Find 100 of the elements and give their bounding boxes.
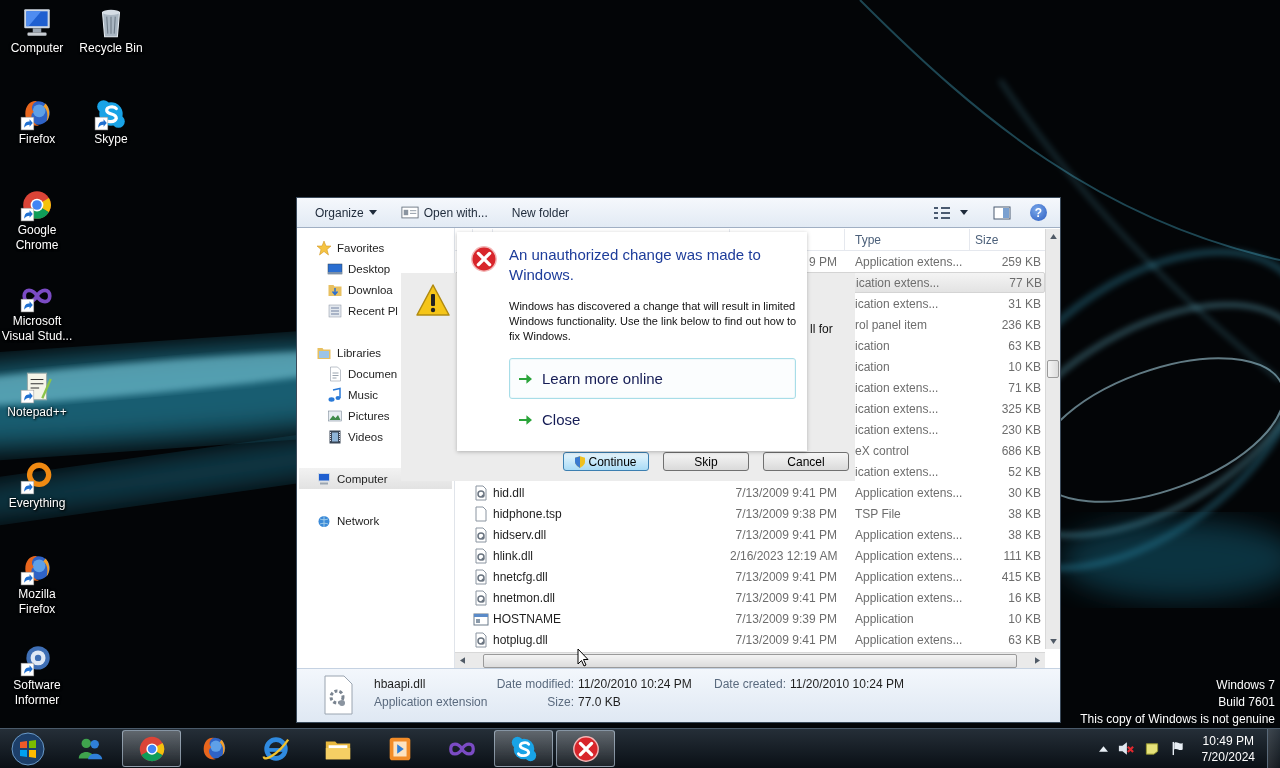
nav-item[interactable]: Recent Pl	[297, 300, 454, 321]
speaker-icon[interactable]	[1117, 741, 1134, 756]
table-cell: Application extens...	[855, 590, 963, 605]
nav-item[interactable]: Documen	[297, 363, 454, 384]
view-icon[interactable]	[932, 204, 952, 221]
file-row[interactable]: HOSTNAME 7/13/2009 9:39 PM Application 10 KB	[455, 608, 1045, 629]
table-cell: TSP File	[855, 506, 901, 521]
table-cell: 38 KB	[1008, 527, 1041, 542]
table-cell: Application	[855, 611, 914, 626]
toolbar-button[interactable]: Organize	[305, 202, 387, 223]
dialog-button[interactable]: Skip	[663, 452, 749, 471]
file-name: hidphone.tsp	[493, 506, 562, 521]
taskbar-button[interactable]	[556, 730, 615, 767]
gear-file-icon	[473, 589, 489, 606]
desktop-shortcut[interactable]: Everything	[0, 461, 74, 511]
file-row[interactable]: hnetcfg.dll 7/13/2009 9:41 PM Application extens... 415 KB	[455, 566, 1045, 587]
desktop-shortcut[interactable]: Notepad++	[0, 370, 74, 420]
column-header[interactable]: Size	[970, 229, 1045, 250]
gear-file-icon	[473, 547, 489, 564]
start-button[interactable]	[10, 730, 46, 767]
system-notice: Windows 7	[1215, 677, 1275, 694]
taskbar-button[interactable]	[494, 730, 553, 767]
dialog-button[interactable]: Cancel	[763, 452, 849, 471]
desktop-shortcut[interactable]: Google Chrome	[0, 188, 74, 253]
table-cell: 7/13/2009 9:41 PM	[735, 569, 837, 584]
star-icon	[316, 239, 332, 256]
table-cell: Application extens...	[855, 548, 963, 563]
note-icon[interactable]	[1143, 741, 1160, 756]
command-link[interactable]: Close	[509, 399, 796, 440]
horizontal-scrollbar[interactable]	[455, 652, 1045, 668]
desktop-icon	[327, 260, 343, 277]
desktop-shortcut[interactable]: Mozilla Firefox	[0, 552, 74, 617]
table-cell: ication extens...	[855, 464, 939, 479]
file-name: hbaapi.dll	[374, 676, 427, 693]
gear-file-icon	[473, 484, 489, 501]
up-arrow-icon[interactable]	[1049, 234, 1057, 239]
file-name: hnetcfg.dll	[493, 569, 548, 584]
taskbar-button[interactable]	[122, 730, 181, 767]
clock[interactable]: 10:49 PM 7/20/2024	[1201, 732, 1255, 765]
caret-icon	[368, 210, 377, 215]
scrollbar-thumb[interactable]	[1047, 360, 1059, 378]
table-cell: 7/13/2009 9:41 PM	[735, 527, 837, 542]
nav-item[interactable]: Music	[297, 384, 454, 405]
scrollbar-thumb[interactable]	[483, 653, 1017, 668]
property-label: Date created:	[714, 676, 787, 693]
file-row[interactable]: hid.dll 7/13/2009 9:41 PM Application extens... 30 KB	[455, 482, 1045, 503]
table-cell: rol panel item	[855, 317, 928, 332]
nav-item[interactable]: Network	[297, 510, 454, 531]
shield-icon	[575, 455, 586, 468]
caret-icon[interactable]	[960, 210, 968, 215]
file-row[interactable]: hnetmon.dll 7/13/2009 9:41 PM Application extens... 16 KB	[455, 587, 1045, 608]
show-desktop-button[interactable]	[1267, 729, 1280, 768]
file-name: hidserv.dll	[493, 527, 547, 542]
toolbar-button[interactable]: New folder	[501, 202, 580, 223]
file-row[interactable]: hidphone.tsp 7/13/2009 9:38 PM TSP File 38 KB	[455, 503, 1045, 524]
gear-file-icon	[322, 675, 354, 715]
desktop-shortcut[interactable]: Computer	[0, 6, 74, 56]
file-row[interactable]: hidserv.dll 7/13/2009 9:41 PM Application extens... 38 KB	[455, 524, 1045, 545]
dialog-button[interactable]: Continue	[563, 452, 649, 471]
nav-item[interactable]: Favorites	[297, 237, 454, 258]
right-arrow-icon[interactable]	[1035, 657, 1040, 664]
music-note-icon	[327, 386, 343, 403]
table-cell: ication extens...	[855, 401, 939, 416]
desktop-shortcut[interactable]: Recycle Bin	[74, 6, 148, 56]
nav-item[interactable]: Pictures	[297, 405, 454, 426]
nav-item[interactable]: Videos	[297, 426, 454, 447]
vertical-scrollbar[interactable]	[1045, 229, 1060, 649]
table-cell: ication extens...	[856, 275, 940, 290]
down-arrow-icon[interactable]	[1049, 639, 1057, 644]
nav-item[interactable]: Libraries	[297, 342, 454, 363]
toolbar-button[interactable]: Open with...	[390, 202, 498, 223]
nav-item[interactable]: Desktop	[297, 258, 454, 279]
dialog-message: Windows has discovered a change that will result in limited Windows functionality. Use the link below to find out how to fix Windows.	[509, 299, 798, 344]
caret-icon[interactable]	[1098, 744, 1108, 753]
desktop-shortcut[interactable]: Microsoft Visual Stud...	[0, 279, 74, 344]
column-header[interactable]: Type	[845, 229, 970, 250]
file-row[interactable]: hlink.dll 2/16/2023 12:19 AM Application extens... 111 KB	[455, 545, 1045, 566]
table-cell: Application extens...	[855, 569, 963, 584]
gear-file-icon	[473, 631, 489, 648]
table-cell: 325 KB	[1001, 401, 1041, 416]
table-cell: 259 KB	[1001, 254, 1041, 269]
property-value: 11/20/2010 10:24 PM	[578, 676, 693, 693]
table-cell: 686 KB	[1001, 443, 1041, 458]
desktop-shortcut[interactable]: Firefox	[0, 97, 74, 147]
system-notice: This copy of Windows is not genuine	[1080, 711, 1275, 728]
table-cell: 38 KB	[1008, 506, 1041, 521]
left-arrow-icon[interactable]	[460, 657, 465, 664]
table-cell: 2/16/2023 12:19 AM	[730, 548, 838, 563]
file-row[interactable]: hotplug.dll 7/13/2009 9:41 PM Application extens... 63 KB	[455, 629, 1045, 650]
table-cell: 16 KB	[1008, 590, 1041, 605]
arrow-icon	[519, 372, 532, 385]
table-cell: ication	[855, 338, 890, 353]
preview-pane-icon[interactable]	[992, 204, 1012, 221]
desktop-shortcut[interactable]: Skype	[74, 97, 148, 147]
warning-icon	[415, 283, 451, 317]
command-link[interactable]: Learn more online	[509, 358, 796, 399]
nav-item[interactable]: Downloa	[297, 279, 454, 300]
error-icon	[570, 733, 601, 764]
table-cell: ication extens...	[855, 380, 939, 395]
desktop-shortcut[interactable]: Software Informer	[0, 643, 74, 708]
